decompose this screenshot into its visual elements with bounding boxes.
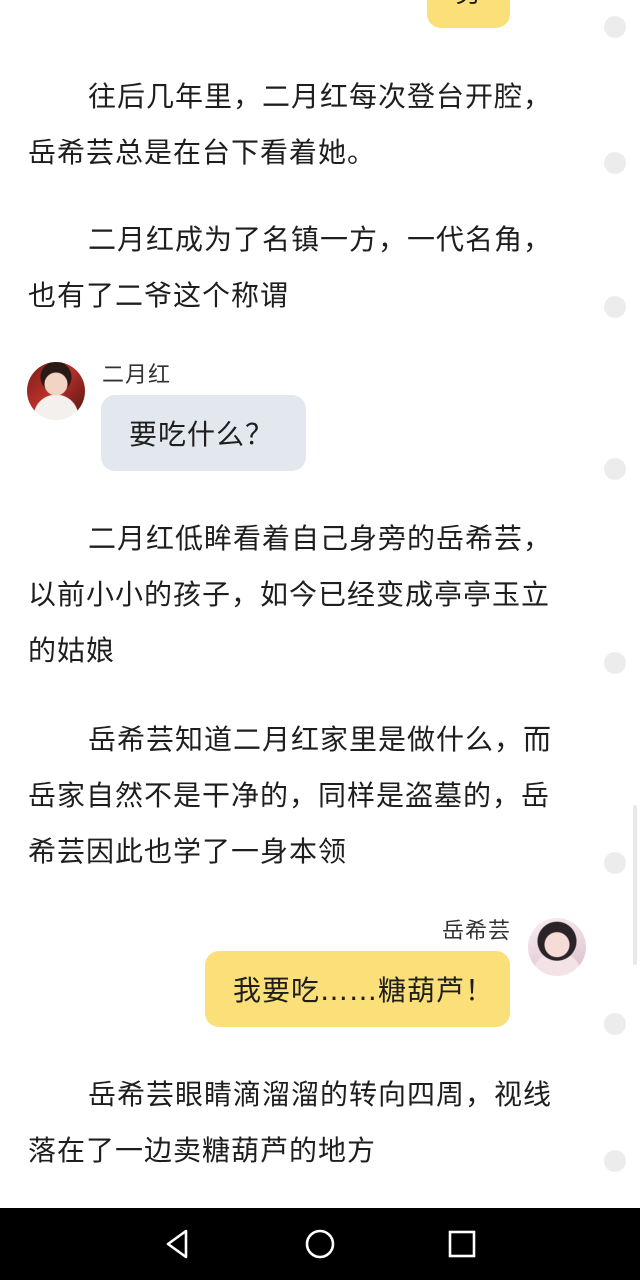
- avatar-erbuehong[interactable]: [27, 362, 85, 420]
- story-paragraph: 岳希芸知道二月红家里是做什么，而岳家自然不是干净的，同样是盗墓的，岳希芸因此也学…: [28, 723, 553, 868]
- comment-dot[interactable]: [604, 152, 626, 174]
- comment-dot[interactable]: [604, 1150, 626, 1172]
- chat-bubble: 要吃什么？: [101, 395, 306, 471]
- home-icon[interactable]: [302, 1226, 338, 1262]
- story-paragraph: 二月红成为了名镇一方，一代名角，也有了二爷这个称谓: [28, 223, 553, 312]
- avatar-yuexiyun[interactable]: [528, 918, 586, 976]
- scrollbar[interactable]: [633, 805, 637, 965]
- comment-dot[interactable]: [604, 458, 626, 480]
- system-navigation-bar: [0, 1208, 640, 1280]
- previous-message-bubble: 劳: [427, 0, 510, 28]
- speaker-name: 二月红: [102, 363, 172, 388]
- comment-dot[interactable]: [604, 16, 626, 38]
- chat-bubble: 我要吃……糖葫芦！: [205, 951, 510, 1027]
- comment-dot[interactable]: [604, 296, 626, 318]
- previous-message-text: 劳: [455, 0, 481, 9]
- chat-bubble-text: 我要吃……糖葫芦！: [233, 974, 495, 1007]
- speaker-name: 岳希芸: [442, 919, 512, 944]
- back-icon[interactable]: [160, 1226, 196, 1262]
- story-paragraph: 岳希芸眼睛滴溜溜的转向四周，视线落在了一边卖糖葫芦的地方: [28, 1078, 553, 1167]
- recents-icon[interactable]: [444, 1226, 480, 1262]
- story-paragraph: 二月红低眸看着自己身旁的岳希芸，以前小小的孩子，如今已经变成亭亭玉立的姑娘: [28, 522, 553, 667]
- story-paragraph: 往后几年里，二月红每次登台开腔，岳希芸总是在台下看着她。: [28, 80, 553, 169]
- comment-dot[interactable]: [604, 852, 626, 874]
- chat-bubble-text: 要吃什么？: [129, 418, 275, 451]
- comment-dot[interactable]: [604, 652, 626, 674]
- comment-dot[interactable]: [604, 1013, 626, 1035]
